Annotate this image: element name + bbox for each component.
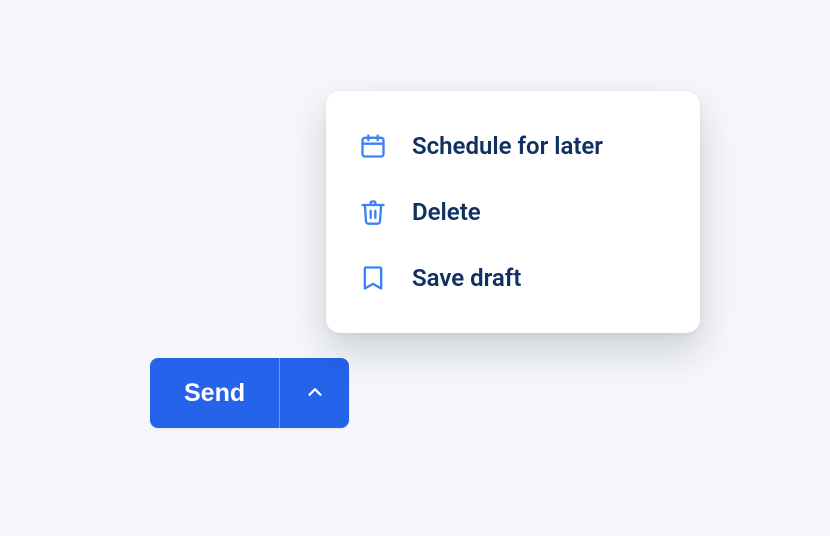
send-split-button: Send [150, 358, 349, 428]
trash-icon [358, 197, 388, 227]
menu-item-schedule[interactable]: Schedule for later [326, 113, 700, 179]
menu-item-label: Schedule for later [412, 132, 603, 160]
calendar-icon [358, 131, 388, 161]
send-button[interactable]: Send [150, 358, 279, 428]
menu-item-save-draft[interactable]: Save draft [326, 245, 700, 311]
bookmark-icon [358, 263, 388, 293]
menu-item-label: Save draft [412, 264, 521, 292]
send-button-label: Send [184, 379, 245, 408]
chevron-up-icon [304, 381, 326, 406]
dropdown-toggle-button[interactable] [279, 358, 349, 428]
menu-item-label: Delete [412, 198, 481, 226]
menu-item-delete[interactable]: Delete [326, 179, 700, 245]
dropdown-menu: Schedule for later Delete Save draft [326, 91, 700, 333]
